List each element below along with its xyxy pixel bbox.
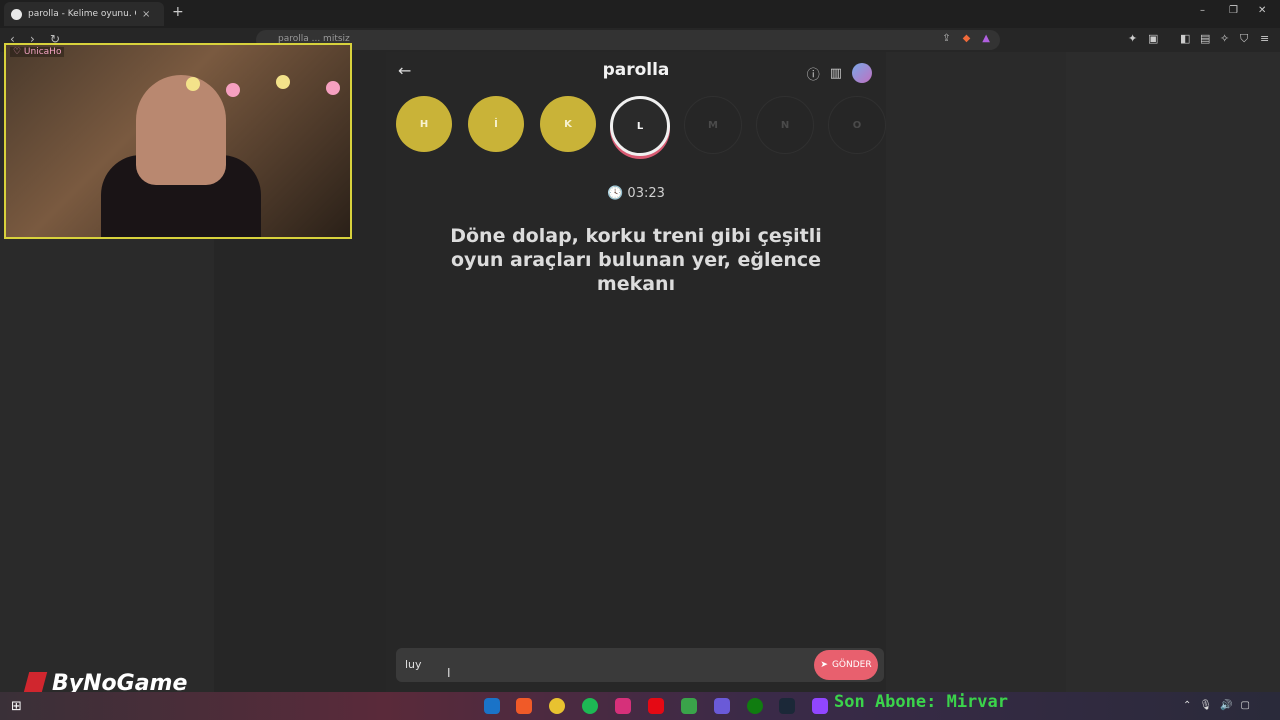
timer-value: 03:23 [627,186,665,201]
microphone-icon[interactable]: 🎙 [1199,700,1212,711]
letter-circle-k: K [540,96,596,152]
browser-tab[interactable]: parolla - Kelime oyunu. Günlük k × [4,2,164,26]
site-favicon-icon [11,8,22,20]
send-icon: ➤ [820,660,828,670]
brave-icon[interactable] [516,698,532,714]
letter-circle-n: N [756,96,814,154]
leo-ai-icon[interactable]: ✧ [1220,32,1229,45]
tab-search-icon[interactable]: ▣ [1148,32,1158,45]
taskbar: ⊞ Son Abone: Mirvar ⌃ 🎙 🔊 ▢ [0,692,1280,720]
spotify-icon[interactable] [582,698,598,714]
wallet-icon[interactable]: ▤ [1200,32,1210,45]
close-tab-icon[interactable]: × [142,9,150,20]
windows-start-icon[interactable]: ⊞ [11,699,22,714]
clock-icon: 🕓 [607,186,624,201]
twitch-icon[interactable] [812,698,828,714]
submit-button[interactable]: ➤ GÖNDER [814,650,878,680]
extensions-icon[interactable]: ✦ [1128,32,1137,45]
system-tray: ⌃ 🎙 🔊 ▢ [1183,700,1250,711]
browser-tab-bar: parolla - Kelime oyunu. Günlük k × + – ❐… [0,0,1280,28]
maximize-button[interactable]: ❐ [1229,5,1238,16]
vpn-icon[interactable]: ⛉ [1240,32,1248,46]
letter-circle-i: İ [468,96,524,152]
new-tab-button[interactable]: + [172,4,184,20]
netflix-icon[interactable] [648,698,664,714]
letter-circle-l-active: L [610,96,670,156]
clue-text: Döne dolap, korku treni gibi çeşitli oyu… [450,225,822,295]
notification-icon[interactable]: ▢ [1241,700,1250,711]
timer: 🕓 03:23 [386,186,886,201]
xbox-icon[interactable] [747,698,763,714]
stats-icon[interactable]: ▥ [830,66,842,81]
app-icon[interactable] [681,698,697,714]
flower-decoration [186,75,350,105]
letter-circle-m: M [684,96,742,154]
answer-input-value[interactable]: luy [405,658,422,671]
outlook-icon[interactable] [484,698,500,714]
submit-label: GÖNDER [831,660,872,670]
rewards-icon[interactable]: ▲ [982,33,990,44]
avatar[interactable] [852,63,872,83]
instagram-icon[interactable] [615,698,631,714]
game-header: ← parolla ⓘ ▥ [386,52,886,90]
info-icon[interactable]: ⓘ [807,64,820,83]
menu-icon[interactable]: ≡ [1260,32,1269,45]
webcam-overlay: ♡ UnicaHo [4,43,352,239]
subscriber-ticker: Son Abone: Mirvar [834,692,1008,712]
letter-circle-o: O [828,96,886,154]
answer-input[interactable]: luy ➤ GÖNDER [396,648,884,682]
brave-shield-icon[interactable]: ◆ [963,33,971,44]
address-bar[interactable]: parolla ... mitsiz ⇪ ◆ ▲ [256,30,1000,50]
volume-icon[interactable]: 🔊 [1220,700,1232,711]
share-icon[interactable]: ⇪ [942,33,950,44]
right-margin-panel [1066,52,1280,692]
text-cursor-icon: I [447,666,451,680]
minimize-button[interactable]: – [1200,5,1205,16]
letter-circle-h: H [396,96,452,152]
chrome-icon[interactable] [549,698,565,714]
tab-title: parolla - Kelime oyunu. Günlük k [28,9,136,19]
discord-icon[interactable] [714,698,730,714]
game-container: ← parolla ⓘ ▥ H İ K L M N O 🕓 03:23 Döne… [386,52,886,692]
cam-label: ♡ UnicaHo [10,47,65,57]
sidebar-icon[interactable]: ◧ [1180,32,1190,45]
tray-chevron-icon[interactable]: ⌃ [1183,700,1191,711]
close-window-button[interactable]: ✕ [1258,5,1266,16]
steam-icon[interactable] [779,698,795,714]
